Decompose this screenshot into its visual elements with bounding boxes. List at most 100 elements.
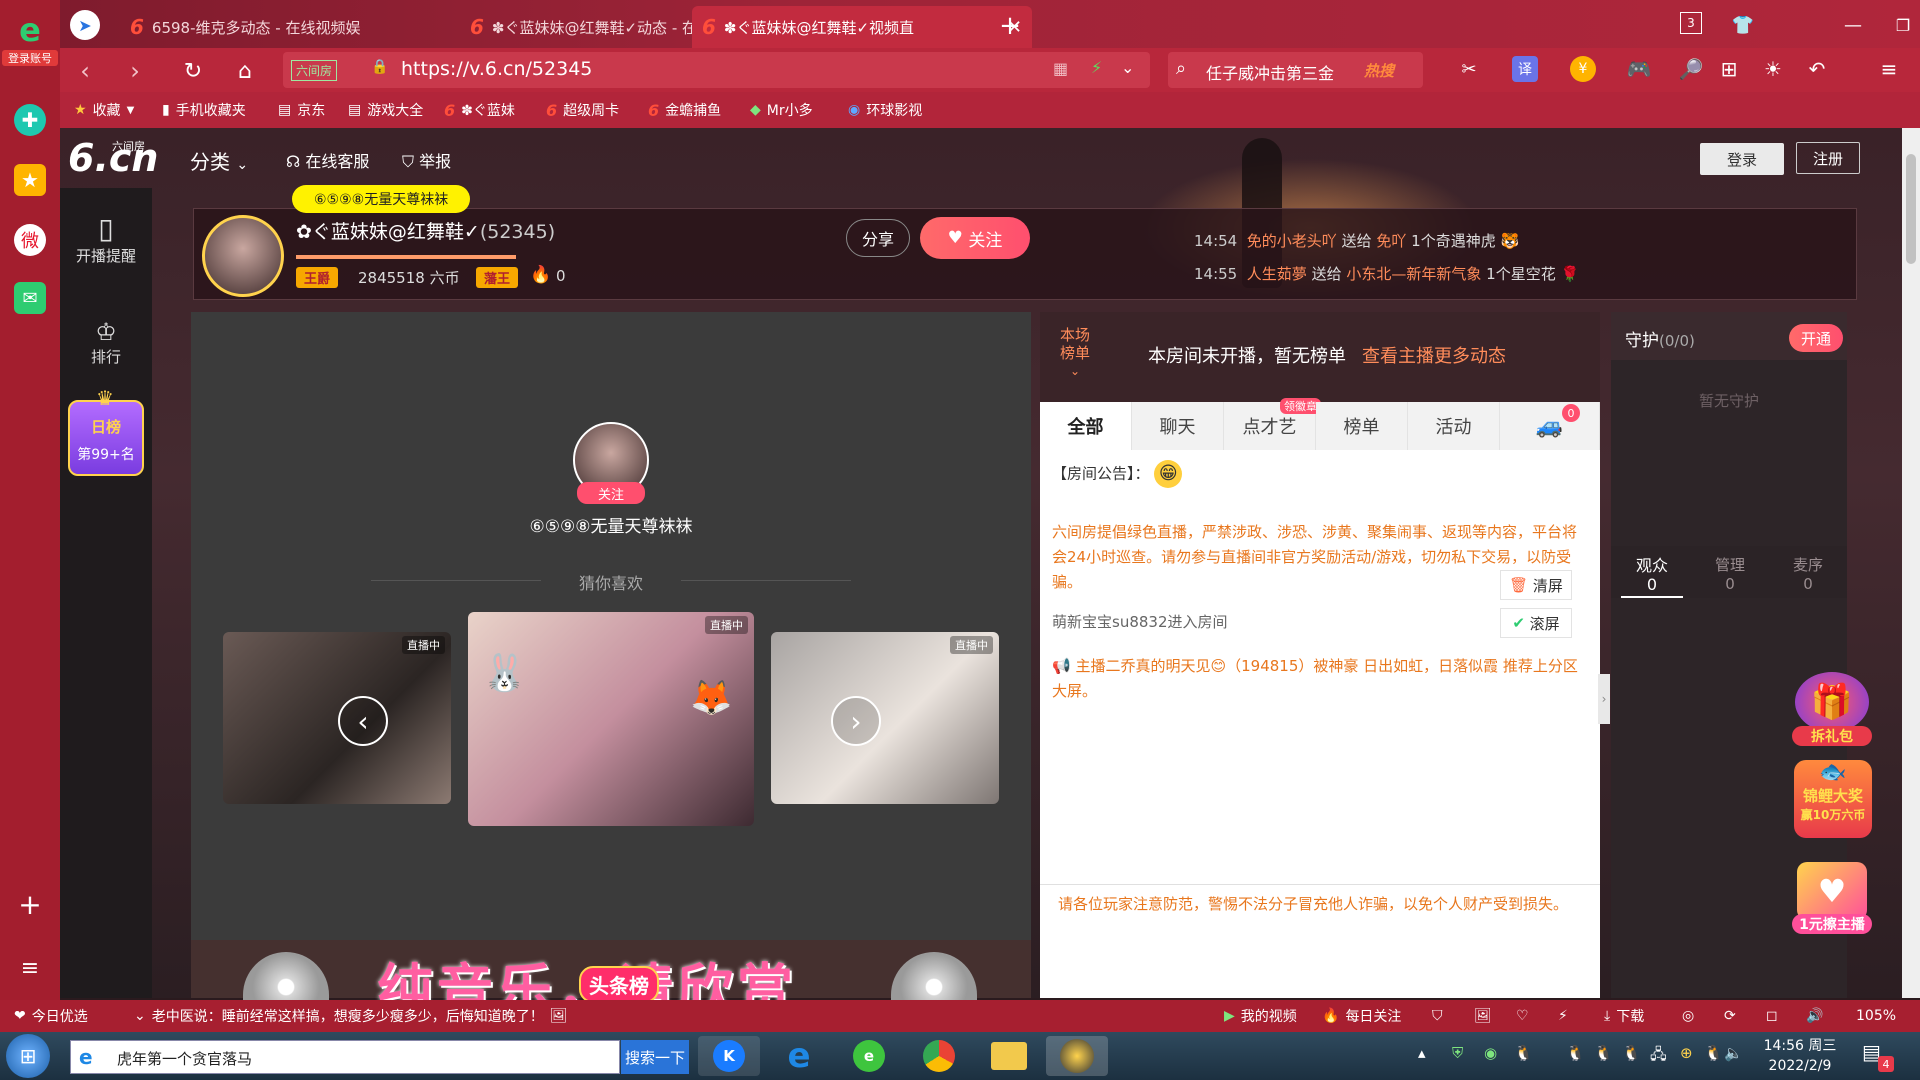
bookmark-mrxiaoduo[interactable]: ◆ Mr小多 — [750, 92, 813, 128]
taskbar-search-box[interactable]: e 虎年第一个贪官落马 搜索一下 — [70, 1040, 689, 1074]
add-sidebar-app-icon[interactable]: + — [14, 888, 46, 921]
sidenav-ranking[interactable]: ♔ 排行 — [60, 318, 152, 367]
notification-center-icon[interactable]: ▤ 4 — [1862, 1040, 1894, 1072]
follow-button[interactable]: ♥ 关注 — [920, 217, 1030, 259]
lightning-icon[interactable]: ⚡ — [1091, 58, 1102, 77]
status-sync-icon[interactable]: ⟳ — [1724, 1000, 1736, 1032]
page-scrollbar[interactable] — [1902, 128, 1920, 998]
tab-6598[interactable]: 6 6598-维克多动态 - 在线视频娱 — [120, 6, 450, 48]
taskbar-ie-icon[interactable]: e — [768, 1036, 830, 1076]
bookmark-weekly-card[interactable]: 6 超级周卡 — [546, 92, 619, 128]
tray-qq-icon[interactable]: 🐧 — [1514, 1044, 1533, 1062]
headline-rank-badge[interactable]: 头条榜 — [579, 966, 659, 1003]
nav-service[interactable]: ☊ 在线客服 — [286, 148, 369, 172]
site-logo[interactable]: 6.cn 六间房 — [68, 136, 158, 184]
news-ticker[interactable]: ⌄ 老中医说：睡前经常这样搞，想瘦多少瘦多少，后悔知道晚了！ 🖼 — [134, 1000, 568, 1032]
bookmark-jd[interactable]: ▤ 京东 — [278, 92, 325, 128]
star-app-icon[interactable]: ★ — [14, 164, 46, 196]
tab-chat[interactable]: 聊天 — [1132, 402, 1224, 450]
guest-follow-button[interactable]: 关注 — [577, 482, 645, 504]
brightness-icon[interactable]: ☀ — [1758, 54, 1788, 84]
open-guard-button[interactable]: 开通 — [1789, 324, 1843, 352]
login-button[interactable]: 登录 — [1700, 143, 1784, 175]
scroll-thumb[interactable] — [1906, 154, 1916, 264]
tab-car[interactable]: 🚙 0 — [1500, 402, 1600, 450]
minimize-icon[interactable]: — — [1838, 10, 1868, 40]
nav-report[interactable]: ⛉ 举报 — [402, 148, 451, 172]
weibo-icon[interactable]: 微 — [14, 224, 46, 256]
daily-follow[interactable]: 🔥 每日关注 — [1322, 1000, 1401, 1032]
share-button[interactable]: 分享 — [846, 219, 910, 257]
bookmark-mobile[interactable]: ▮ 手机收藏夹 — [162, 92, 246, 128]
tab-activity[interactable]: 活动 — [1408, 402, 1500, 450]
tab-admins[interactable]: 管理 0 — [1699, 556, 1761, 594]
forward-icon[interactable]: › — [120, 56, 150, 86]
taskbar-search-text[interactable]: 虎年第一个贪官落马 — [117, 1048, 252, 1069]
scissors-icon[interactable]: ✂ — [1454, 54, 1484, 84]
status-image-icon[interactable]: 🖼 — [1474, 1000, 1492, 1032]
rank-more-link[interactable]: 查看主播更多动态 — [1362, 342, 1506, 368]
navigation-plane-icon[interactable]: ➤ — [70, 10, 100, 40]
today-picks[interactable]: ❤ 今日优选 — [14, 1000, 88, 1032]
tab-count-badge[interactable]: 3 — [1680, 12, 1702, 34]
refresh-icon[interactable]: ↻ — [178, 56, 208, 86]
grab-anchor-promo[interactable]: ♥ 1元擦主播 — [1792, 862, 1872, 946]
collapse-panel-button[interactable]: › — [1598, 674, 1610, 724]
tray-qq-icon[interactable]: 🐧 — [1566, 1044, 1585, 1062]
menu-icon[interactable]: ≡ — [1874, 54, 1904, 84]
taskbar-kugou-icon[interactable]: K — [698, 1036, 760, 1076]
tray-network-icon[interactable]: 🖧 — [1650, 1044, 1667, 1069]
daily-rank-badge[interactable]: ♛ 日榜 第99+名 — [68, 386, 144, 476]
tab-all[interactable]: 全部 — [1040, 402, 1132, 450]
magnifier-icon[interactable]: 🔎 — [1676, 54, 1706, 84]
carousel-prev-button[interactable]: ‹ — [338, 696, 388, 746]
taskbar-chrome-icon[interactable] — [908, 1036, 970, 1076]
sidebar-menu-icon[interactable]: ≡ — [14, 952, 46, 984]
carousel-next-button[interactable]: › — [831, 696, 881, 746]
url-text[interactable]: https://v.6.cn/52345 — [401, 58, 592, 80]
top-fan-badge[interactable]: ⑥⑤⑨⑧无量天尊袜袜 — [292, 185, 471, 213]
status-window-icon[interactable]: ◻ — [1766, 1000, 1778, 1032]
tray-arrow-icon[interactable]: ▴ — [1418, 1044, 1426, 1062]
back-icon[interactable]: ‹ — [70, 56, 100, 86]
chevron-down-icon[interactable]: ⌄ — [1121, 58, 1134, 77]
tray-app-icon[interactable]: ◉ — [1484, 1044, 1497, 1062]
tray-add-icon[interactable]: ⊕ — [1680, 1044, 1693, 1062]
search-box[interactable]: ⌕ 任子威冲击第三金 热搜 — [1168, 52, 1423, 88]
new-tab-button[interactable]: + — [990, 8, 1030, 44]
browser-logo-icon[interactable]: e — [8, 8, 52, 52]
scroll-screen-button[interactable]: ✔ 滚屏 — [1500, 608, 1572, 638]
status-eye-icon[interactable]: ◎ — [1682, 1000, 1694, 1032]
nav-category[interactable]: 分类 ⌄ — [190, 146, 248, 175]
start-button-icon[interactable]: ⊞ — [6, 1034, 50, 1078]
tab-audience[interactable]: 观众 0 — [1621, 556, 1683, 598]
taskbar-360-browser-icon[interactable]: e — [838, 1036, 900, 1076]
mail-icon[interactable]: ✉ — [14, 282, 46, 314]
skin-shirt-icon[interactable]: 👕 — [1728, 10, 1758, 40]
coin-icon[interactable]: ¥ — [1570, 56, 1596, 82]
tab-live-room[interactable]: 6 ✽ぐ蓝妹妹@红舞鞋✓视频直 ✕ — [692, 6, 1032, 48]
qr-code-icon[interactable]: ▦ — [1053, 59, 1068, 78]
tray-volume-icon[interactable]: 🔈 — [1724, 1044, 1743, 1062]
status-shield-icon[interactable]: ⛉ — [1432, 1000, 1443, 1032]
tab-mic-queue[interactable]: 麦序 0 — [1777, 556, 1839, 594]
home-icon[interactable]: ⌂ — [230, 56, 260, 86]
recommend-stream-card-featured[interactable]: 直播中 🐰 🦊 — [468, 612, 754, 826]
register-button[interactable]: 注册 — [1796, 142, 1860, 174]
koi-promo[interactable]: 🐟 锦鲤大奖 赢10万六币 — [1794, 760, 1872, 838]
tray-qq-icon[interactable]: 🐧 — [1704, 1044, 1723, 1062]
recommend-stream-card[interactable]: 直播中 — [771, 632, 999, 804]
undo-icon[interactable]: ↶ — [1802, 54, 1832, 84]
translate-icon[interactable]: 译 — [1512, 56, 1538, 82]
taskbar-search-button[interactable]: 搜索一下 — [621, 1040, 689, 1074]
taskbar-media-icon[interactable] — [1046, 1036, 1108, 1076]
tray-qq-icon[interactable]: 🐧 — [1622, 1044, 1641, 1062]
recommend-stream-card[interactable]: 直播中 — [223, 632, 451, 804]
bookmark-fishing[interactable]: 6 金蟾捕鱼 — [648, 92, 721, 128]
apps-grid-icon[interactable]: ⊞ — [1714, 54, 1744, 84]
status-speed-icon[interactable]: ⚡ — [1558, 1000, 1568, 1032]
address-bar[interactable]: 六间房 🔒 https://v.6.cn/52345 ▦ ⚡ ⌄ — [283, 52, 1150, 88]
my-video[interactable]: ▶ 我的视频 — [1224, 1000, 1297, 1032]
clock[interactable]: 14:56 周三 2022/2/9 — [1750, 1036, 1850, 1076]
bookmark-lanmei[interactable]: 6 ✽ぐ蓝妹 — [444, 92, 515, 128]
